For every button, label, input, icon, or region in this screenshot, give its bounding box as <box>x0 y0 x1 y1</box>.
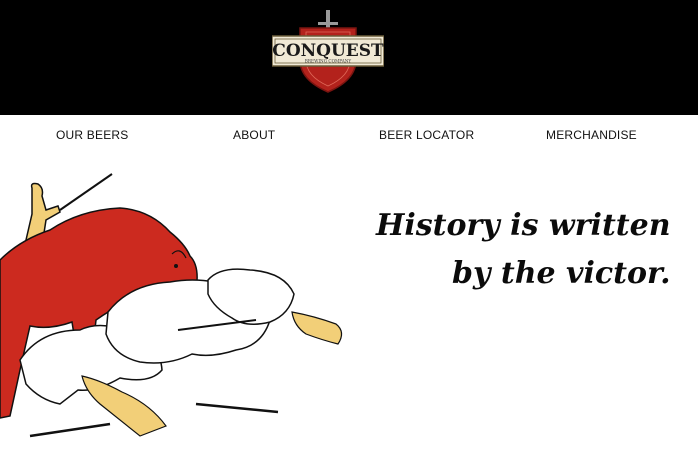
hero-tagline-line2: by the victor. <box>452 256 671 291</box>
nav-about[interactable]: ABOUT <box>233 128 275 142</box>
site-header: CONQUEST BREWING COMPANY <box>0 0 698 115</box>
hero-illustration <box>0 170 350 454</box>
main-nav: OUR BEERS ABOUT BEER LOCATOR MERCHANDISE <box>0 115 698 157</box>
logo-subtitle: BREWING COMPANY <box>305 59 352 64</box>
hero-tagline-line1: History is written <box>376 208 671 243</box>
conquest-logo[interactable]: CONQUEST BREWING COMPANY <box>271 10 385 94</box>
nav-beer-locator[interactable]: BEER LOCATOR <box>379 128 474 142</box>
nav-merchandise[interactable]: MERCHANDISE <box>546 128 637 142</box>
nav-our-beers[interactable]: OUR BEERS <box>56 128 128 142</box>
